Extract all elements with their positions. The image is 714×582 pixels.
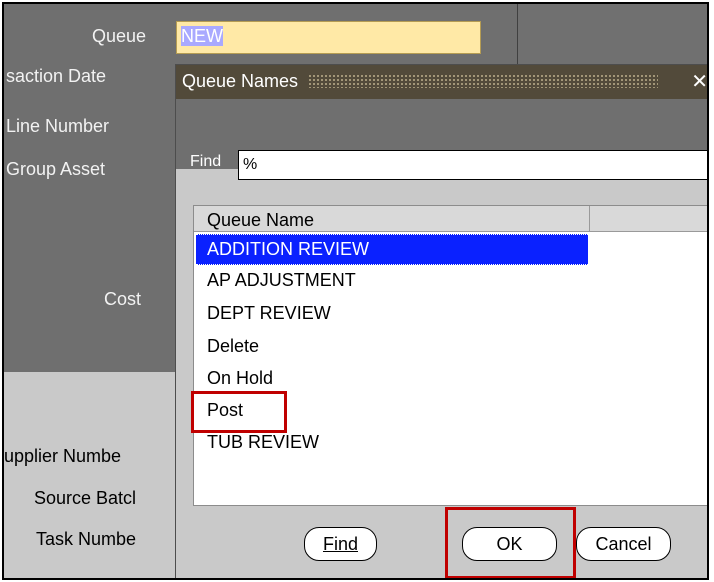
cancel-button-label: Cancel	[595, 534, 652, 554]
supplier-number-label: upplier Numbe	[4, 446, 122, 466]
list-header: Queue Name	[194, 206, 707, 232]
group-asset-label: Group Asset	[6, 159, 106, 179]
list-item[interactable]: Delete	[196, 332, 588, 363]
close-icon[interactable]: ✕	[691, 69, 707, 94]
form-right-panel	[517, 4, 707, 72]
find-button[interactable]: Find	[304, 527, 377, 561]
find-input[interactable]: %	[238, 150, 707, 180]
queue-name-list[interactable]: Queue Name ADDITION REVIEW AP ADJUSTMENT…	[193, 205, 707, 506]
highlight-box-ok	[445, 507, 576, 578]
queue-field[interactable]: NEW	[176, 21, 481, 54]
list-item[interactable]: ADDITION REVIEW	[196, 234, 588, 265]
cancel-button[interactable]: Cancel	[576, 527, 671, 561]
divider	[517, 4, 518, 72]
list-item[interactable]: AP ADJUSTMENT	[196, 266, 588, 297]
task-number-label: Task Numbe	[36, 529, 137, 549]
source-batch-label: Source Batcl	[34, 488, 137, 508]
find-label: Find	[190, 153, 222, 170]
find-button-label: Find	[322, 534, 358, 554]
dialog-title: Queue Names	[182, 71, 299, 91]
line-number-label: Line Number	[6, 116, 110, 136]
column-header-queue-name[interactable]: Queue Name	[194, 206, 590, 232]
transaction-date-label: saction Date	[6, 66, 107, 86]
queue-names-dialog: Queue Names ✕ Find % Queue Name ADDITION…	[175, 64, 707, 578]
title-grip	[308, 74, 659, 88]
queue-value: NEW	[181, 26, 223, 46]
list-item[interactable]: DEPT REVIEW	[196, 299, 588, 330]
app-window: Queue NEW saction Date Line Number Group…	[2, 2, 709, 580]
dialog-title-bar[interactable]: Queue Names ✕	[176, 65, 707, 99]
queue-label: Queue	[92, 26, 147, 46]
cost-label: Cost	[104, 289, 142, 309]
highlight-box-post	[191, 391, 287, 433]
